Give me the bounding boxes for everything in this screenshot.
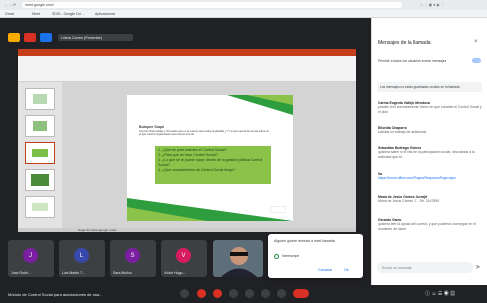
slide-body-text: Con las cifras trabajo y formulario que …: [139, 130, 269, 136]
address-bar[interactable]: meet.google.com/: [22, 2, 402, 8]
chat-message: Eliseida Chaparro solicitar un trabajo de…: [378, 126, 427, 135]
chat-notice: Los mensajes no están guardados ocultos …: [380, 85, 460, 89]
chat-header: Mensajes de la llamada: [378, 40, 431, 46]
leave-call-button[interactable]: [293, 289, 309, 298]
mic-button[interactable]: [180, 289, 189, 298]
popup-option[interactable]: Interrumpir: [282, 254, 299, 258]
url-text: meet.google.com/: [25, 3, 54, 7]
question-item: 4. ¿Qué conocimientos de Control Social …: [158, 168, 236, 172]
allow-messages-label: Permitir a todos los usuarios enviar men…: [378, 59, 447, 63]
chat-message: Gerardo Garro quisiera leer la ayuda del …: [378, 218, 476, 231]
nav-arrows-icon[interactable]: ← → ⟳: [4, 3, 16, 7]
bookmark-item[interactable]: Aplicaciones: [95, 12, 115, 16]
meeting-name: Módulo de Control Social para asociacion…: [8, 292, 103, 297]
camera-off-button[interactable]: [197, 289, 206, 298]
meet-controls-bar: Módulo de Control Social para asociacion…: [0, 285, 487, 303]
participant-name: Víctor Hugo...: [164, 271, 186, 275]
chat-input-placeholder: Enviar un mensaje: [382, 265, 412, 270]
present-button[interactable]: [213, 289, 222, 298]
panel-toggle-icons[interactable]: ⓘ ☺ ☰ ◉ ▦: [425, 290, 455, 297]
more-options-button[interactable]: [277, 289, 286, 298]
bookmark-item[interactable]: SDSI - Google Dri...: [52, 12, 84, 16]
slide-thumbnail[interactable]: [25, 88, 55, 110]
chat-message: Sebastián Buitrago Gómez quisiera saber s…: [378, 146, 475, 159]
allow-messages-toggle[interactable]: [472, 58, 481, 63]
bookmarks-bar: Gmail Meet SDSI - Google Dri... Aplicaci…: [0, 10, 487, 18]
chat-notice-box: Los mensajes no están guardados ocultos …: [377, 82, 482, 92]
slide-thumbnail-active[interactable]: [25, 142, 55, 164]
chat-message: Carina Eugenia Vallejo Mendoza pueden lee…: [378, 101, 482, 114]
radio-icon[interactable]: [274, 254, 279, 259]
ppt-status-bar: Haga clic para agregar notas: [18, 228, 356, 232]
participant-name: Sara Muñoz: [113, 271, 132, 275]
ppt-ribbon[interactable]: [18, 56, 356, 82]
slide-thumbnail[interactable]: [25, 196, 55, 218]
chat-message: María de Jesús Gomez Jurrajit María de Je…: [378, 195, 439, 204]
person-video-icon: [221, 247, 257, 277]
browser-extensions-icon[interactable]: ☆ ⋮ ▣ ● ◉ ⋮: [420, 3, 444, 7]
avatar: S: [125, 248, 140, 263]
ppt-titlebar: [18, 49, 356, 56]
cancel-button[interactable]: Cancelar: [318, 268, 332, 272]
notes-placeholder[interactable]: Haga clic para agregar notas: [78, 228, 117, 232]
send-icon[interactable]: ➤: [475, 263, 481, 271]
slide-thumbnail[interactable]: [25, 115, 55, 137]
participant-tile[interactable]: V Víctor Hugo...: [161, 240, 207, 277]
slide-thumbnail[interactable]: [25, 169, 55, 191]
present-icon[interactable]: [40, 33, 52, 42]
participant-tile[interactable]: J Jose Rodri...: [8, 240, 54, 277]
record-icon[interactable]: [24, 33, 36, 42]
presentation-label: Lidera Correo (Presentar): [58, 34, 133, 41]
ok-button[interactable]: Ok: [344, 268, 349, 272]
self-video-tile[interactable]: [213, 240, 263, 277]
chat-input[interactable]: Enviar un mensaje: [377, 262, 473, 273]
window-title: Lidera Correo (Presentar): [61, 35, 102, 40]
bookmark-item[interactable]: Gmail: [5, 12, 14, 16]
participant-tile[interactable]: L Luis Martin T...: [59, 240, 105, 277]
slide-title: Bubquer Súqui: [139, 125, 165, 129]
browser-toolbar: ← → ⟳ meet.google.com/ ☆ ⋮ ▣ ● ◉ ⋮: [0, 0, 487, 10]
captions-button[interactable]: [229, 289, 238, 298]
chat-message: Sa https://forms.office.com/Pages/Respons…: [378, 172, 456, 181]
participant-name: Luis Martin T...: [62, 271, 85, 275]
hand-icon[interactable]: [8, 33, 20, 42]
participant-name: Jose Rodri...: [11, 271, 31, 275]
avatar: J: [23, 248, 38, 263]
participant-tile[interactable]: S Sara Muñoz: [110, 240, 156, 277]
avatar: V: [176, 248, 191, 263]
bookmark-item[interactable]: Meet: [32, 12, 40, 16]
notification-popup: Alguien quiere reinstar a nivel llamada …: [268, 234, 363, 278]
logo-icon: [270, 206, 286, 213]
current-slide: Bubquer Súqui Con las cifras trabajo y f…: [127, 95, 293, 221]
avatar: L: [74, 248, 89, 263]
emoji-button[interactable]: [261, 289, 270, 298]
close-icon[interactable]: ×: [474, 39, 478, 45]
question-item: 3. ¿Lo que se le puede hacer dentro de l…: [158, 158, 263, 167]
questions-box: 1. ¿Qué es para ustedes el Control Socia…: [155, 146, 271, 184]
raise-hand-button[interactable]: [245, 289, 254, 298]
popup-text: Alguien quiere reinstar a nivel llamada: [274, 239, 335, 243]
